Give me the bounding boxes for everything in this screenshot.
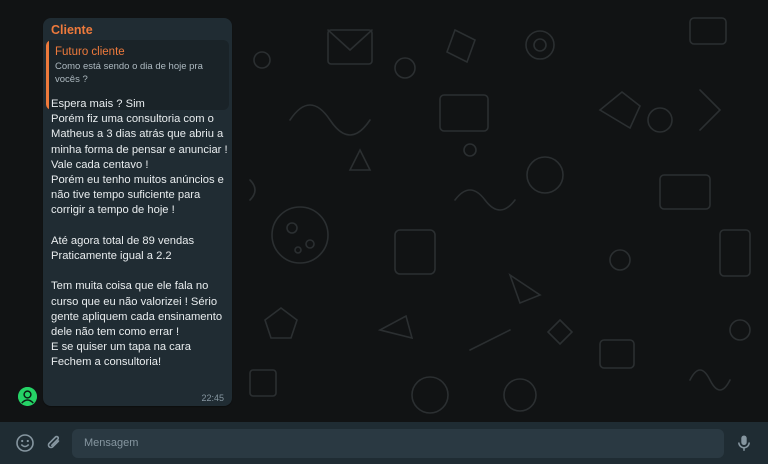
message-sender: Cliente bbox=[51, 23, 93, 37]
quote-text: Como está sendo o dia de hoje pra vocês … bbox=[55, 61, 203, 85]
message-time: 22:45 bbox=[201, 393, 224, 403]
sender-avatar[interactable] bbox=[18, 387, 37, 406]
message-body: Espera mais ? Sim Porém fiz uma consulto… bbox=[51, 98, 228, 369]
user-avatar-icon bbox=[18, 387, 37, 406]
emoji-icon[interactable] bbox=[15, 433, 35, 453]
paperclip-icon[interactable] bbox=[44, 433, 64, 453]
message-input-placeholder: Mensagem bbox=[84, 437, 139, 449]
quote-author: Futuro cliente bbox=[55, 46, 125, 58]
message-input[interactable]: Mensagem bbox=[72, 429, 724, 458]
message-composer: Mensagem bbox=[0, 422, 768, 464]
quote-accent-bar bbox=[46, 40, 49, 110]
message-bubble[interactable]: Cliente Futuro cliente Como está sendo o… bbox=[43, 18, 232, 406]
microphone-icon[interactable] bbox=[734, 433, 754, 453]
